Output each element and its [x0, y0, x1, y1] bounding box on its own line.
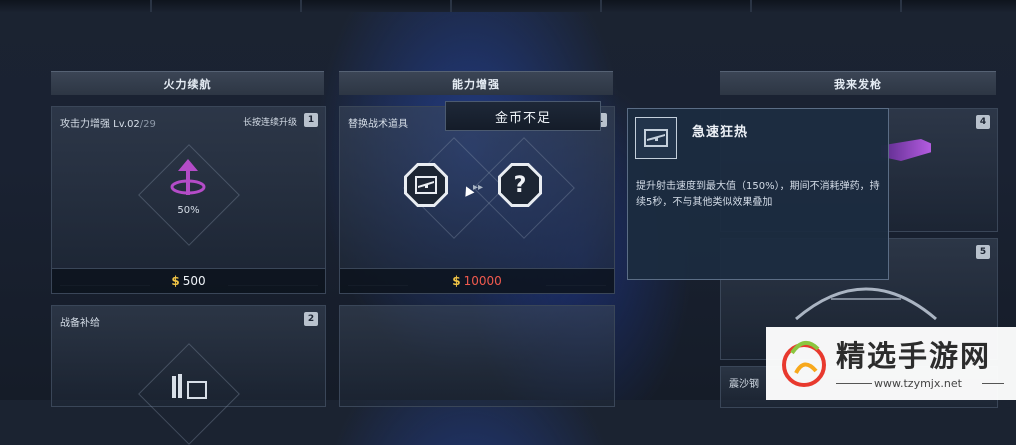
column-header-label: 能力增强: [452, 77, 500, 91]
attack-upgrade-card[interactable]: 攻击力增强 Lv.02/29 长按连续升级 1 50% $ 500: [51, 106, 326, 294]
tooltip-description: 提升射击速度到最大值（150%），期间不消耗弹药，持续5秒，不与其他类似效果叠加: [636, 181, 880, 208]
watermark-url: www.tzymjx.net: [874, 377, 962, 390]
price-value: 500: [182, 274, 206, 288]
slot-number-badge: 2: [304, 312, 318, 326]
empty-slot-card: [339, 305, 615, 407]
upgrade-percent: 50%: [177, 205, 200, 216]
price-bar: $ 10000: [340, 268, 614, 293]
tactical-item-card[interactable]: 替换战术道具 1 ? $ 10000: [339, 106, 615, 294]
coin-icon: $: [452, 274, 461, 288]
column-header-label: 我来发枪: [834, 77, 882, 91]
column-header-label: 火力续航: [163, 77, 212, 91]
ammo-crate-icon: [172, 374, 207, 399]
card-title: 战备补给: [60, 318, 100, 329]
divider: [836, 383, 872, 384]
rifle-crate-icon: [635, 117, 677, 159]
price-bar: $ 500: [52, 268, 325, 293]
arrow-up-ring-icon: [170, 159, 206, 195]
item-tooltip: 急速狂热 提升射击速度到最大值（150%），期间不消耗弹药，持续5秒，不与其他类…: [627, 108, 889, 280]
column-header-firepower: 火力续航: [51, 71, 324, 95]
tooltip-title: 急速狂热: [692, 125, 749, 140]
watermark-brand: 精选手游网: [836, 339, 992, 373]
divider: [982, 383, 1004, 384]
slot-number-badge: 1: [304, 113, 318, 127]
site-logo-icon: [782, 341, 826, 387]
card-title: 震沙钢: [729, 379, 759, 390]
unknown-item-mark: ?: [513, 172, 527, 198]
top-frame-strip: [0, 0, 1016, 12]
coin-icon: $: [171, 274, 180, 288]
site-watermark: 精选手游网 www.tzymjx.net: [766, 327, 1016, 400]
swap-arrow-icon: ▸▸: [473, 182, 484, 193]
long-press-hint: 长按连续升级: [242, 118, 297, 128]
column-header-ability: 能力增强: [339, 71, 613, 95]
card-title: 替换战术道具: [348, 119, 408, 130]
current-item-slot[interactable]: [404, 163, 448, 207]
card-title: 攻击力增强 Lv.02/29: [60, 119, 156, 130]
column-header-weapon: 我来发枪: [720, 71, 996, 95]
price-value-insufficient: 10000: [463, 274, 502, 288]
supply-card[interactable]: 战备补给 2: [51, 305, 326, 445]
rifle-crate-icon: [415, 176, 437, 194]
insufficient-gold-toast: 金币不足: [445, 101, 601, 131]
slot-number-badge: 5: [976, 245, 990, 259]
slot-number-badge: 4: [976, 115, 990, 129]
